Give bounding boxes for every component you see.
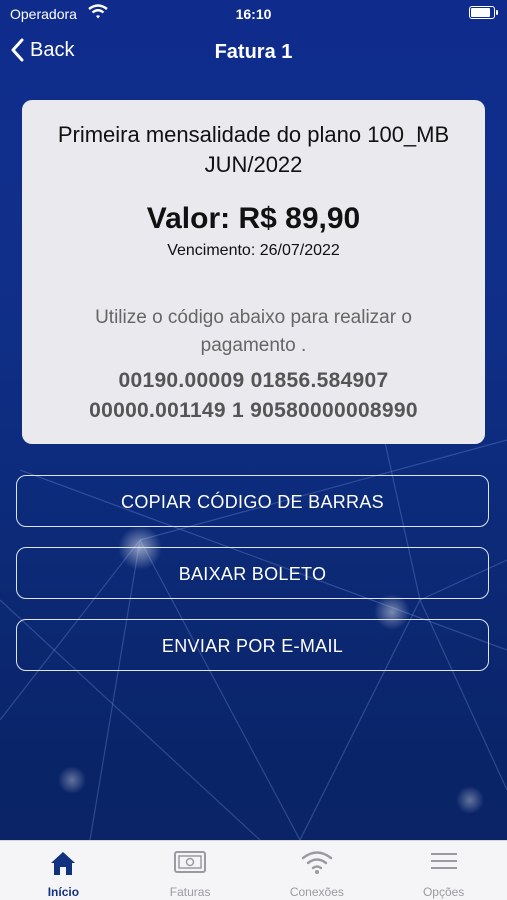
- wifi-icon: [301, 851, 333, 874]
- tab-label: Conexões: [289, 885, 344, 899]
- home-icon: [51, 852, 76, 875]
- tab-label: Início: [47, 885, 80, 899]
- navigation-bar: Back Fatura 1: [0, 30, 507, 74]
- bill-icon: [174, 851, 207, 873]
- copy-barcode-button[interactable]: COPIAR CÓDIGO DE BARRAS: [16, 475, 489, 527]
- invoice-description: Primeira mensalidade do plano 100_MB JUN…: [22, 120, 485, 180]
- invoice-due-date: Vencimento: 26/07/2022: [167, 242, 340, 259]
- send-email-button[interactable]: ENVIAR POR E-MAIL: [16, 619, 489, 671]
- tab-bar: Início Faturas Conexões Opções: [0, 840, 507, 900]
- battery-icon: [469, 6, 498, 19]
- status-time: 16:10: [235, 6, 272, 22]
- page-title: Fatura 1: [214, 41, 293, 63]
- invoice-period: JUN/2022: [204, 152, 303, 177]
- tab-faturas[interactable]: Faturas: [127, 841, 254, 900]
- invoice-card: Primeira mensalidade do plano 100_MB JUN…: [22, 100, 485, 444]
- download-boleto-button[interactable]: BAIXAR BOLETO: [16, 547, 489, 599]
- tab-label: Opções: [422, 885, 465, 899]
- status-bar: Operadora 16:10: [0, 0, 507, 28]
- menu-icon: [430, 853, 457, 869]
- tab-inicio[interactable]: Início: [0, 841, 127, 900]
- app-screen: Operadora 16:10 Back Fatura 1 Primeira m…: [0, 0, 507, 900]
- tab-opcoes[interactable]: Opções: [380, 841, 507, 900]
- barcode-line-2: 00000.001149 1 90580000008990: [89, 399, 418, 422]
- tab-conexoes[interactable]: Conexões: [254, 841, 381, 900]
- battery-fill: [471, 8, 490, 17]
- payment-instruction: Utilize o código abaixo para realizar o …: [95, 307, 412, 356]
- barcode-line-1: 00190.00009 01856.584907: [118, 369, 389, 392]
- invoice-amount: Valor: R$ 89,90: [146, 202, 361, 235]
- tab-label: Faturas: [169, 885, 211, 899]
- invoice-plan: Primeira mensalidade do plano 100_MB: [57, 122, 450, 147]
- barcode-number: 00190.00009 01856.584907 00000.001149 1 …: [22, 366, 485, 426]
